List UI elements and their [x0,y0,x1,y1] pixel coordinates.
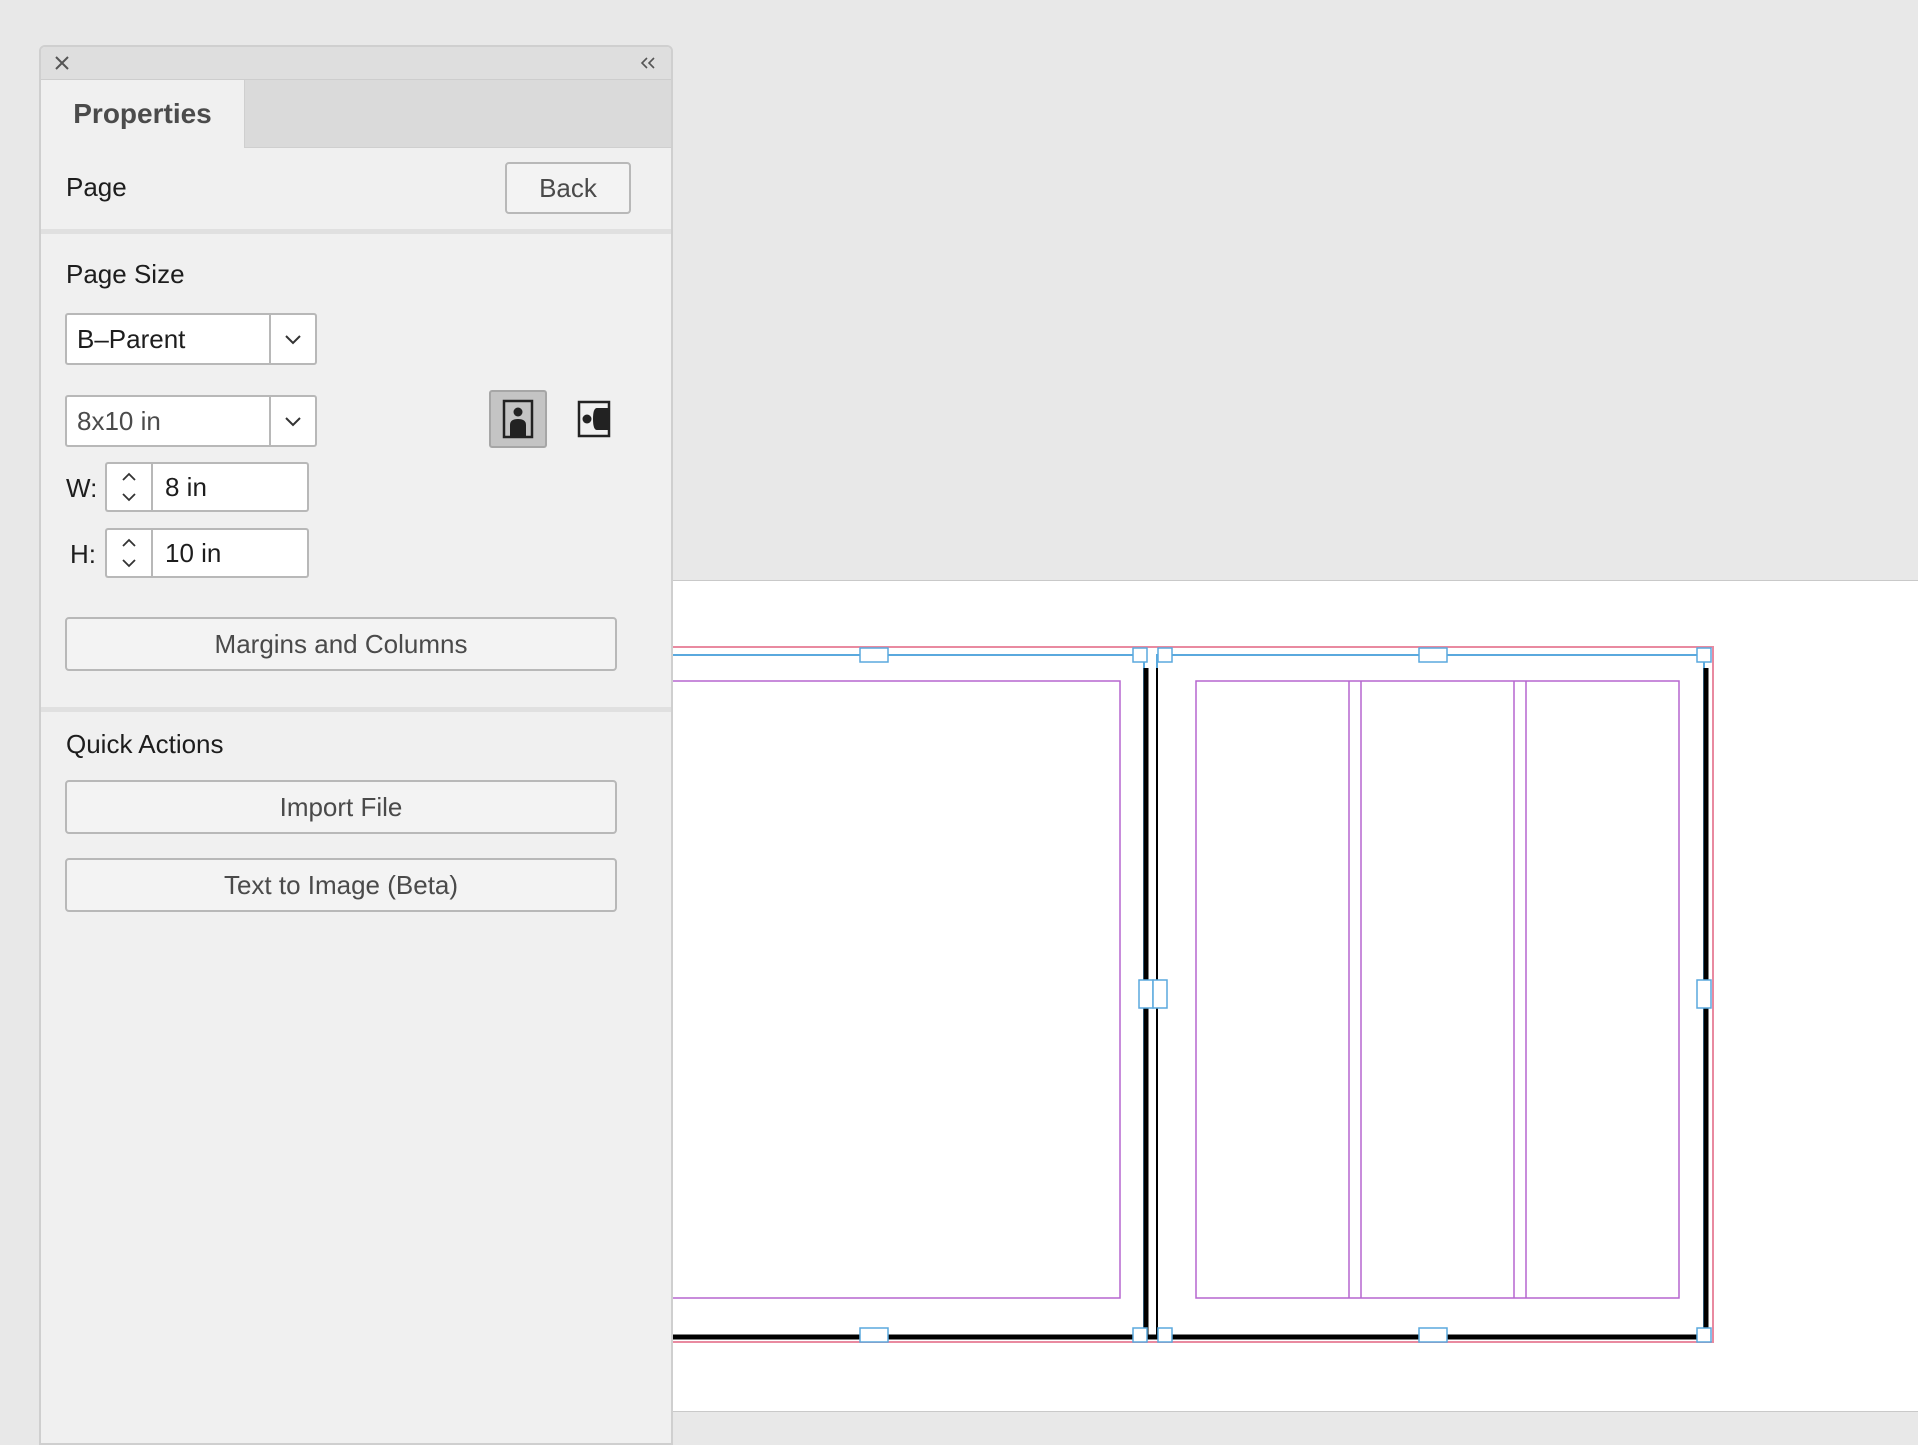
page-section-title: Page [66,172,127,202]
tab-properties[interactable]: Properties [41,80,245,148]
width-stepper[interactable] [105,462,151,512]
frame-handle [1418,647,1448,663]
portrait-orientation-icon[interactable] [489,390,547,448]
parent-page-value: B–Parent [77,324,186,354]
bleed-guide [559,646,1714,1343]
frame-handle [1132,1327,1148,1343]
chevron-up-icon [122,472,136,502]
panel-tabstrip: Properties [41,80,671,148]
panel-titlebar[interactable] [41,47,671,80]
import-file-button[interactable]: Import File [65,780,617,834]
landscape-orientation-icon[interactable] [565,390,623,448]
close-icon[interactable] [51,52,73,74]
height-stepper[interactable] [105,528,151,578]
frame-handle [1132,647,1148,663]
chevron-down-icon[interactable] [269,397,315,445]
parent-page-dropdown[interactable]: B–Parent [65,313,317,365]
height-label: H: [70,539,96,569]
frame-handle [1418,1327,1448,1343]
frame-handle [1696,979,1712,1009]
frame-handle [1696,1327,1712,1343]
height-input[interactable]: 10 in [151,528,309,578]
page-size-preset-dropdown[interactable]: 8x10 in [65,395,317,447]
text-to-image-button[interactable]: Text to Image (Beta) [65,858,617,912]
page-size-title: Page Size [66,259,185,289]
margins-and-columns-button[interactable]: Margins and Columns [65,617,617,671]
frame-handle [1696,647,1712,663]
divider [41,707,671,712]
chevron-up-icon [122,538,136,568]
width-input[interactable]: 8 in [151,462,309,512]
page-size-preset-value: 8x10 in [77,406,161,436]
width-label: W: [66,473,98,503]
frame-handle [1157,1327,1173,1343]
frame-handle [1152,979,1168,1009]
page-header: Page Back [41,148,671,228]
back-button[interactable]: Back [505,162,631,214]
frame-handle [1138,979,1154,1009]
double-chevron-left-icon[interactable] [637,52,659,74]
right-page-frame [1156,654,1705,1339]
properties-panel: Properties Page Back Page Size B–Parent … [39,45,673,1445]
frame-handle [859,1327,889,1343]
right-page-margin-guide [1195,680,1680,1299]
frame-handle [859,647,889,663]
divider [41,229,671,234]
quick-actions-title: Quick Actions [66,729,224,759]
chevron-down-icon[interactable] [269,315,315,363]
frame-handle [1157,647,1173,663]
